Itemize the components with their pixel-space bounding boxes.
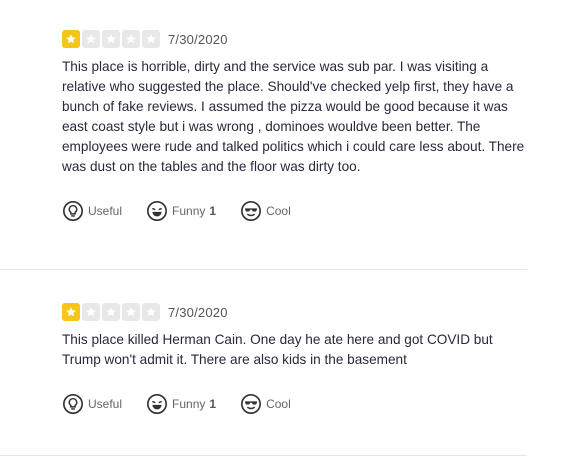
laughing-face-icon bbox=[146, 200, 168, 222]
star-icon bbox=[82, 303, 100, 321]
star-icon bbox=[122, 303, 140, 321]
review-text: This place killed Herman Cain. One day h… bbox=[62, 332, 493, 367]
cool-label: Cool bbox=[266, 397, 291, 411]
sunglasses-face-icon bbox=[240, 200, 262, 222]
divider bbox=[0, 455, 527, 456]
funny-button[interactable]: Funny 1 bbox=[146, 393, 216, 415]
sunglasses-face-icon bbox=[240, 393, 262, 415]
useful-button[interactable]: Useful bbox=[62, 393, 122, 415]
reaction-bar: Useful Funny 1 Cool bbox=[62, 200, 532, 222]
useful-label: Useful bbox=[88, 397, 123, 411]
review-item: 7/30/2020 This place killed Herman Cain.… bbox=[62, 303, 532, 415]
laughing-face-icon bbox=[146, 393, 168, 415]
lightbulb-icon bbox=[62, 393, 84, 415]
star-icon bbox=[142, 30, 160, 48]
star-icon bbox=[62, 303, 80, 321]
funny-count: 1 bbox=[209, 204, 217, 218]
star-icon bbox=[62, 30, 80, 48]
review-item: 7/30/2020 This place is horrible, dirty … bbox=[62, 30, 532, 222]
cool-button[interactable]: Cool bbox=[240, 393, 291, 415]
star-icon bbox=[122, 30, 140, 48]
lightbulb-icon bbox=[62, 200, 84, 222]
star-icon bbox=[102, 30, 120, 48]
star-rating bbox=[62, 303, 160, 321]
funny-button[interactable]: Funny 1 bbox=[146, 200, 216, 222]
star-icon bbox=[102, 303, 120, 321]
star-icon bbox=[142, 303, 160, 321]
rating-row: 7/30/2020 bbox=[62, 303, 532, 321]
review-text: This place is horrible, dirty and the se… bbox=[62, 59, 525, 174]
cool-label: Cool bbox=[266, 204, 291, 218]
cool-button[interactable]: Cool bbox=[240, 200, 291, 222]
divider bbox=[0, 269, 527, 270]
star-rating bbox=[62, 30, 160, 48]
funny-count: 1 bbox=[209, 397, 217, 411]
funny-label: Funny bbox=[172, 204, 206, 218]
useful-label: Useful bbox=[88, 204, 123, 218]
useful-button[interactable]: Useful bbox=[62, 200, 122, 222]
review-date: 7/30/2020 bbox=[168, 31, 228, 47]
review-date: 7/30/2020 bbox=[168, 304, 228, 320]
star-icon bbox=[82, 30, 100, 48]
rating-row: 7/30/2020 bbox=[62, 30, 532, 48]
reaction-bar: Useful Funny 1 Cool bbox=[62, 393, 532, 415]
funny-label: Funny bbox=[172, 397, 206, 411]
